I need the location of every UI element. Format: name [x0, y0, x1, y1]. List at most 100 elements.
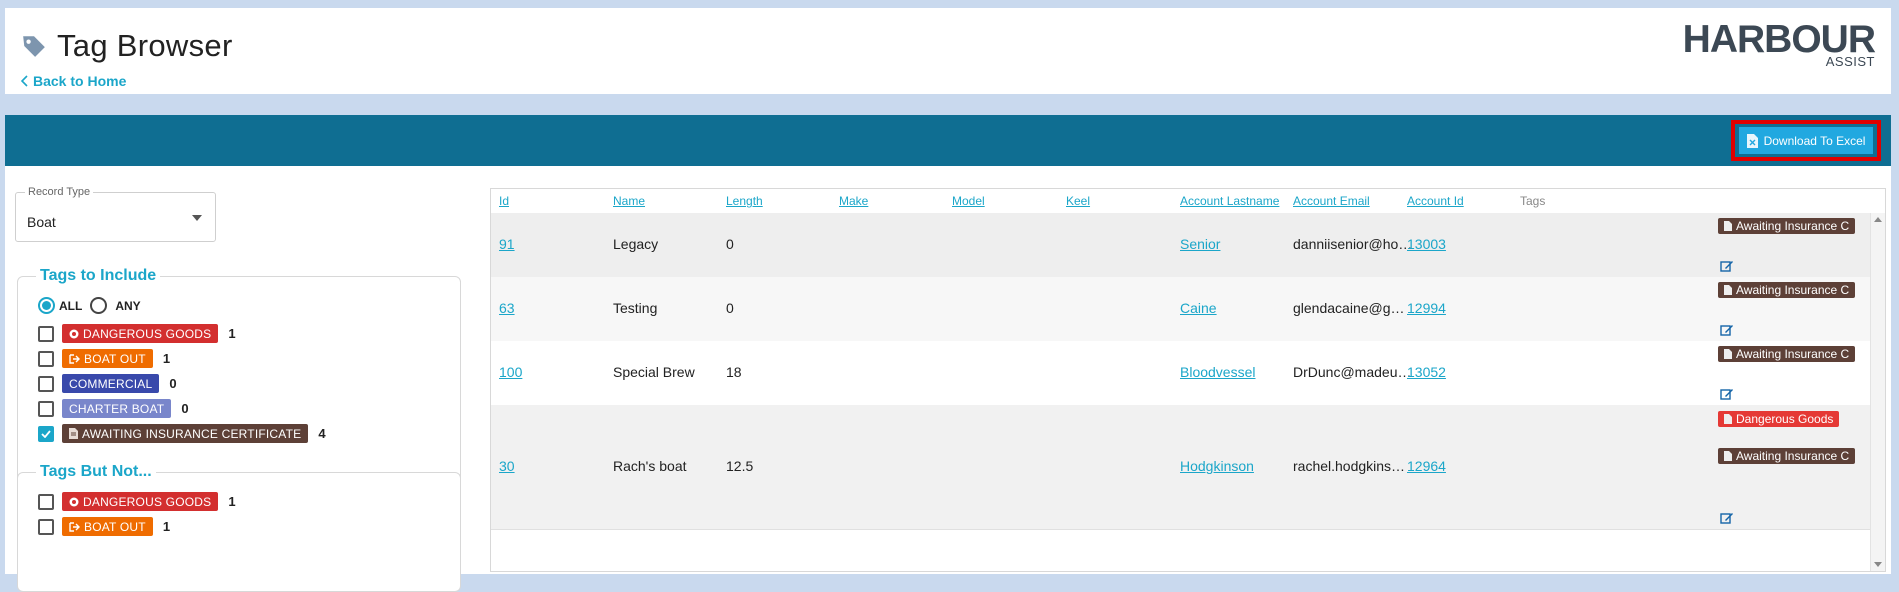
- tag-count: 1: [228, 494, 236, 509]
- tag-chip-icon: [1724, 285, 1732, 295]
- scroll-down-arrow-icon[interactable]: [1874, 562, 1882, 567]
- exit-icon: [69, 353, 80, 364]
- column-header-name[interactable]: Name: [613, 194, 645, 208]
- column-header-length[interactable]: Length: [726, 194, 763, 208]
- table-row[interactable]: 100 Special Brew 18 Bloodvessel DrDunc@madeu…: [491, 341, 1871, 406]
- tag-filter-row: BOAT OUT 1: [38, 517, 170, 536]
- hazard-icon: [69, 329, 79, 338]
- tag-checkbox[interactable]: [38, 350, 54, 367]
- cell-account-email: glendacaine@g…: [1293, 300, 1405, 316]
- cell-id[interactable]: 100: [499, 364, 522, 380]
- tag-icon: [23, 36, 45, 57]
- tag-checkbox[interactable]: [38, 375, 54, 392]
- row-tag-chip: Awaiting Insurance C: [1718, 282, 1856, 298]
- scroll-up-arrow-icon[interactable]: [1874, 217, 1882, 222]
- cell-account-lastname[interactable]: Senior: [1180, 236, 1220, 252]
- cell-length: 12.5: [726, 458, 754, 474]
- edit-icon[interactable]: [1720, 387, 1734, 401]
- column-header-account-email[interactable]: Account Email: [1293, 194, 1370, 208]
- exit-icon: [69, 521, 80, 532]
- tag-checkbox[interactable]: [38, 400, 54, 417]
- cell-account-id[interactable]: 13052: [1407, 364, 1446, 380]
- edit-icon[interactable]: [1720, 323, 1734, 337]
- cell-length: 18: [726, 364, 742, 380]
- cell-account-lastname[interactable]: Bloodvessel: [1180, 364, 1256, 380]
- tag-chip-label: BOAT OUT: [84, 519, 146, 534]
- record-type-select[interactable]: Record Type Boat: [15, 186, 216, 242]
- record-type-label: Record Type: [25, 186, 94, 198]
- download-label: Download To Excel: [1763, 133, 1866, 148]
- cell-account-email: danniisenior@ho…: [1293, 236, 1413, 252]
- tag-chip-icon: [1724, 349, 1732, 359]
- tag-checkbox[interactable]: [38, 425, 54, 442]
- row-tag-chip: Awaiting Insurance C: [1718, 218, 1856, 234]
- cell-name: Testing: [613, 300, 658, 316]
- radio-all[interactable]: [38, 297, 55, 314]
- column-header-keel[interactable]: Keel: [1066, 194, 1090, 208]
- row-tag-chip: Awaiting Insurance C: [1718, 346, 1856, 362]
- column-header-tags: Tags: [1520, 194, 1546, 208]
- tag-chip: COMMERCIAL: [62, 374, 160, 393]
- tag-count: 1: [162, 351, 171, 366]
- hazard-icon: [69, 497, 79, 506]
- edit-icon[interactable]: [1720, 511, 1734, 525]
- tag-filter-row: AWAITING INSURANCE CERTIFICATE 4: [38, 424, 326, 443]
- edit-icon[interactable]: [1720, 259, 1734, 273]
- tag-chip-icon: [1724, 221, 1732, 231]
- checkmark-icon: [41, 429, 51, 438]
- table-row[interactable]: 63 Testing 0 Caine glendacaine@g… 12994 Awaiti…: [491, 277, 1871, 342]
- document-icon: [69, 428, 78, 439]
- cell-account-id[interactable]: 12964: [1407, 458, 1446, 474]
- tags-to-include-panel: Tags to Include ALL ANY DANGEROUS GOODS 1…: [17, 267, 461, 492]
- tag-filter-row: CHARTER BOAT 0: [38, 399, 189, 418]
- column-header-account-id[interactable]: Account Id: [1407, 194, 1464, 208]
- column-header-model[interactable]: Model: [952, 194, 985, 208]
- radio-any-label: ANY: [115, 298, 141, 313]
- cell-account-lastname[interactable]: Hodgkinson: [1180, 458, 1254, 474]
- table-header: Id Name Length Make Model Keel Account Lastnam…: [491, 189, 1871, 214]
- tag-count: 1: [162, 519, 171, 534]
- tag-checkbox[interactable]: [38, 493, 54, 510]
- highlight-box: Download To Excel: [1731, 120, 1881, 161]
- row-tag-label: Awaiting Insurance C: [1736, 449, 1850, 463]
- cell-id[interactable]: 63: [499, 300, 515, 316]
- tag-chip-label: AWAITING INSURANCE CERTIFICATE: [82, 426, 302, 441]
- cell-account-email: rachel.hodgkins…: [1293, 458, 1406, 474]
- column-header-account-lastname[interactable]: Account Lastname: [1180, 194, 1279, 208]
- action-bar: Download To Excel: [5, 115, 1891, 166]
- tag-checkbox[interactable]: [38, 325, 54, 342]
- tag-chip: CHARTER BOAT: [62, 399, 172, 418]
- tag-chip: DANGEROUS GOODS: [62, 324, 219, 343]
- row-tag-chip: Dangerous Goods: [1718, 411, 1840, 427]
- column-header-make[interactable]: Make: [839, 194, 868, 208]
- row-tag-label: Awaiting Insurance C: [1736, 283, 1850, 297]
- tag-chip-label: CHARTER BOAT: [69, 401, 165, 416]
- radio-any[interactable]: [90, 297, 108, 314]
- cell-id[interactable]: 91: [499, 236, 515, 252]
- tag-filter-row: BOAT OUT 1: [38, 349, 170, 368]
- radio-all-label: ALL: [59, 298, 83, 313]
- back-to-home-link[interactable]: Back to Home: [21, 73, 126, 89]
- cell-id[interactable]: 30: [499, 458, 515, 474]
- table-row[interactable]: 30 Rach's boat 12.5 Hodgkinson rachel.hodgki…: [491, 405, 1871, 530]
- vertical-scrollbar[interactable]: [1870, 213, 1885, 571]
- cell-account-id[interactable]: 12994: [1407, 300, 1446, 316]
- column-header-id[interactable]: Id: [499, 194, 509, 208]
- title-group: Tag Browser: [21, 28, 233, 64]
- excel-file-icon: [1746, 133, 1758, 148]
- back-link-label: Back to Home: [33, 73, 127, 89]
- tags-but-not-panel: Tags But Not... DANGEROUS GOODS 1 BOAT OUT…: [17, 463, 461, 592]
- results-table: Id Name Length Make Model Keel Account Lastnam…: [490, 188, 1886, 572]
- tags-but-not-title: Tags But Not...: [36, 463, 156, 481]
- record-type-value: Boat: [27, 214, 56, 230]
- table-row[interactable]: 91 Legacy 0 Senior danniisenior@ho… 13003 Awai…: [491, 213, 1871, 278]
- cell-length: 0: [726, 300, 734, 316]
- tag-checkbox[interactable]: [38, 518, 54, 535]
- tag-chip: BOAT OUT: [62, 517, 153, 536]
- tag-chip-label: BOAT OUT: [84, 351, 146, 366]
- cell-account-lastname[interactable]: Caine: [1180, 300, 1217, 316]
- cell-name: Special Brew: [613, 364, 695, 380]
- download-to-excel-button[interactable]: Download To Excel: [1739, 127, 1873, 154]
- match-mode-radio-group: ALL ANY: [38, 297, 141, 314]
- cell-account-id[interactable]: 13003: [1407, 236, 1446, 252]
